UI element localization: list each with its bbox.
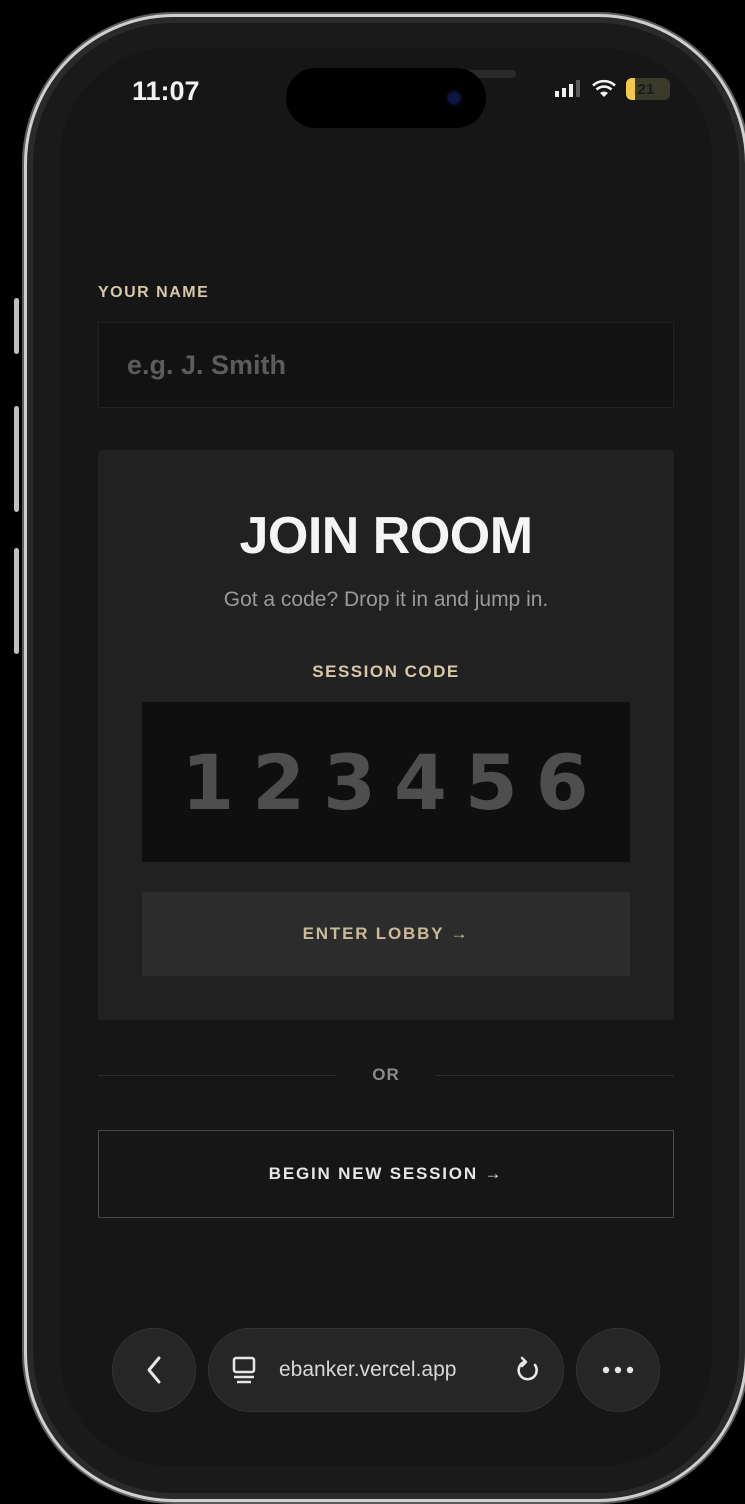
front-camera-icon <box>448 92 460 104</box>
volume-down-button <box>14 548 19 654</box>
name-label: YOUR NAME <box>98 284 210 301</box>
or-text: OR <box>372 1065 400 1084</box>
session-code-input[interactable] <box>142 702 630 862</box>
join-room-card: JOIN ROOM Got a code? Drop it in and jum… <box>98 450 674 1020</box>
wifi-icon <box>592 79 616 97</box>
address-bar[interactable]: ebanker.vercel.app <box>208 1328 564 1412</box>
url-text: ebanker.vercel.app <box>279 1358 457 1381</box>
browser-toolbar: ebanker.vercel.app <box>112 1328 660 1412</box>
back-button[interactable] <box>112 1328 196 1412</box>
battery-icon: 21 <box>626 78 670 100</box>
session-code-label: SESSION CODE <box>312 662 460 681</box>
join-room-title: JOIN ROOM <box>239 507 533 565</box>
tabs-icon[interactable] <box>231 1355 257 1385</box>
status-time: 11:07 <box>132 76 200 106</box>
enter-lobby-button[interactable]: ENTER LOBBY → <box>142 892 630 976</box>
dynamic-island <box>286 68 486 128</box>
more-icon <box>602 1366 634 1374</box>
cellular-signal-icon <box>555 80 580 97</box>
phone-screen: 11:07 21 YOUR NAME JOIN ROOM Got a code?… <box>60 48 712 1466</box>
name-input[interactable] <box>98 322 674 408</box>
battery-percent: 21 <box>637 80 655 98</box>
or-divider: OR <box>98 1060 674 1090</box>
more-button[interactable] <box>576 1328 660 1412</box>
divider-line-left <box>98 1074 337 1076</box>
begin-new-session-button[interactable]: BEGIN NEW SESSION → <box>98 1130 674 1218</box>
divider-line-right <box>435 1074 674 1076</box>
mute-switch <box>14 298 19 354</box>
volume-up-button <box>14 406 19 512</box>
chevron-left-icon <box>147 1356 161 1384</box>
status-icons: 21 <box>554 78 670 100</box>
reload-icon[interactable] <box>513 1355 543 1385</box>
join-room-subtitle: Got a code? Drop it in and jump in. <box>223 588 549 611</box>
